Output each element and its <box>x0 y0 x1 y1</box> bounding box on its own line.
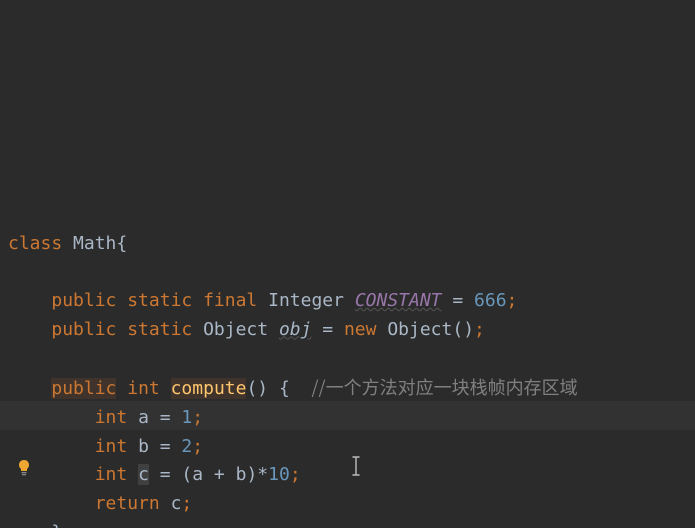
token-kw: int <box>95 407 138 428</box>
token-ident: b = <box>138 436 181 457</box>
token-ident: c <box>138 464 149 485</box>
token-op: = <box>442 290 475 311</box>
token-type: Integer <box>268 290 355 311</box>
token-type: Object <box>387 319 452 340</box>
token-punc: { <box>116 233 127 254</box>
token-kw: public <box>51 319 127 340</box>
token-num: 10 <box>268 464 290 485</box>
token-kw: int <box>95 464 138 485</box>
token-kw: new <box>344 319 387 340</box>
token-semi: ; <box>192 436 203 457</box>
token-semi: ; <box>507 290 518 311</box>
token-param-it: obj <box>279 319 312 340</box>
token-semi: ; <box>181 493 192 514</box>
token-type: Object <box>203 319 279 340</box>
intention-bulb-icon[interactable] <box>18 402 30 420</box>
token-kw: int <box>95 436 138 457</box>
token-ident: c <box>171 493 182 514</box>
token-semi: ; <box>290 464 301 485</box>
token-static-it: CONSTANT <box>355 290 442 311</box>
token-kw: public <box>51 290 127 311</box>
token-num: 666 <box>474 290 507 311</box>
token-semi: ; <box>474 319 485 340</box>
token-com: //一个方法对应一块栈帧内存区域 <box>311 374 577 400</box>
token-semi: ; <box>192 407 203 428</box>
token-punc: } <box>51 522 62 528</box>
code-line[interactable]: return c; <box>8 490 695 519</box>
token-punc: () { <box>246 378 311 399</box>
token-op: = <box>311 319 344 340</box>
token-punc: () <box>452 319 474 340</box>
token-ident: a = <box>138 407 181 428</box>
token-kw: int <box>127 378 170 399</box>
token-kw: public <box>51 378 116 399</box>
code-line[interactable] <box>8 344 695 373</box>
token-kw: static <box>127 290 203 311</box>
token-kw: return <box>95 493 171 514</box>
code-content[interactable]: class Math{ public static final Integer … <box>8 230 695 528</box>
token-kw: final <box>203 290 268 311</box>
code-line[interactable]: } <box>8 519 695 528</box>
token-ident: = (a + b)* <box>149 464 268 485</box>
token-kw: class <box>8 233 73 254</box>
code-editor[interactable]: class Math{ public static final Integer … <box>0 0 695 528</box>
token-op <box>116 378 127 399</box>
token-fn: compute <box>171 378 247 399</box>
code-line[interactable]: public static final Integer CONSTANT = 6… <box>8 287 695 316</box>
token-kw: static <box>127 319 203 340</box>
token-num: 2 <box>181 436 192 457</box>
token-num: 1 <box>181 407 192 428</box>
code-line[interactable] <box>8 258 695 287</box>
code-line[interactable]: public int compute() { //一个方法对应一块栈帧内存区域 <box>8 373 695 404</box>
code-line[interactable]: class Math{ <box>8 230 695 259</box>
code-line[interactable]: int c = (a + b)*10; <box>8 461 695 490</box>
code-line[interactable]: public static Object obj = new Object(); <box>8 316 695 345</box>
code-line[interactable]: int b = 2; <box>8 433 695 462</box>
token-cls: Math <box>73 233 116 254</box>
code-line[interactable]: int a = 1; <box>8 404 695 433</box>
